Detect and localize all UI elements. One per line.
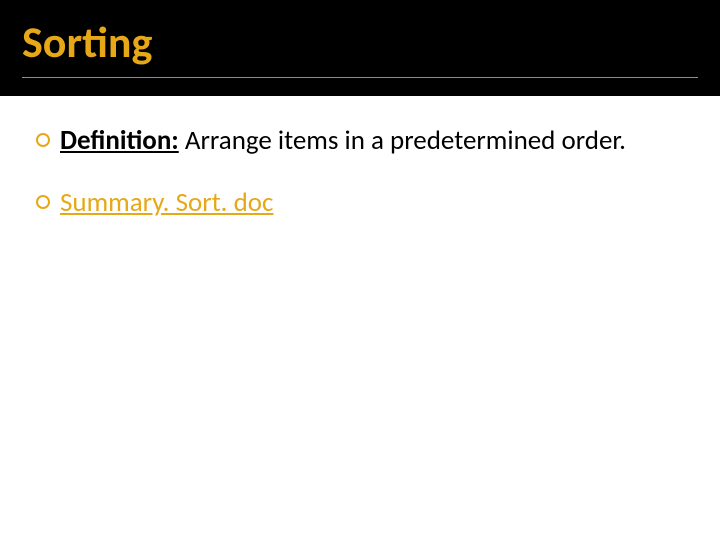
definition-label: Definition: bbox=[60, 124, 179, 157]
bullet-icon bbox=[36, 133, 50, 147]
bullet-item-link: Summary. Sort. doc bbox=[36, 186, 684, 220]
title-underline bbox=[22, 77, 698, 78]
slide-title: Sorting bbox=[22, 18, 698, 66]
bullet-text: Summary. Sort. doc bbox=[60, 186, 273, 220]
definition-text: Arrange items in a predetermined order. bbox=[179, 124, 626, 157]
slide-body: Definition: Arrange items in a predeterm… bbox=[0, 96, 720, 220]
summary-sort-link[interactable]: Summary. Sort. doc bbox=[60, 186, 273, 219]
title-bar: Sorting bbox=[0, 0, 720, 96]
bullet-text: Definition: Arrange items in a predeterm… bbox=[60, 124, 626, 158]
bullet-item-definition: Definition: Arrange items in a predeterm… bbox=[36, 124, 684, 158]
bullet-icon bbox=[36, 195, 50, 209]
